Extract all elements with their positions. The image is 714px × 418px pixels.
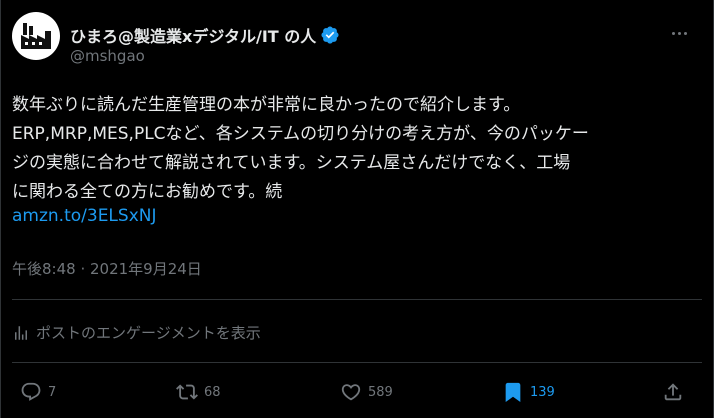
bookmark-count: 139 xyxy=(530,384,555,400)
more-dot xyxy=(677,31,681,35)
tweet-text: 数年ぶりに読んだ生産管理の本が非常に良かったので紹介します。 ERP,MRP,M… xyxy=(12,91,702,207)
more-dot xyxy=(683,31,687,35)
like-button[interactable]: 589 xyxy=(340,376,393,408)
verified-badge-icon[interactable] xyxy=(320,25,340,45)
more-horizontal-icon xyxy=(671,31,675,35)
tweet-text-line: ジの実態に合わせて解説されています。システム屋さんだけでなく、工場 xyxy=(12,153,571,173)
view-engagements-label: ポストのエンゲージメントを表示 xyxy=(36,324,261,342)
action-bar: 7 68 589 139 xyxy=(0,376,714,408)
reply-icon xyxy=(20,381,42,403)
left-border xyxy=(0,0,1,418)
reply-button[interactable]: 7 xyxy=(20,376,56,408)
avatar[interactable] xyxy=(12,12,60,60)
tweet-link[interactable]: amzn.to/3ELSxNJ xyxy=(12,206,156,226)
tweet-detail: ひまろ@製造業xデジタル/IT の人 @mshgao 数年ぶりに読んだ生産管理の… xyxy=(0,0,714,418)
author-handle[interactable]: @mshgao xyxy=(70,47,145,65)
author-name[interactable]: ひまろ@製造業xデジタル/IT の人 xyxy=(70,23,340,47)
repost-count: 68 xyxy=(204,384,221,400)
share-icon xyxy=(662,381,684,403)
factory-icon xyxy=(21,23,51,49)
repost-icon xyxy=(176,381,198,403)
heart-icon xyxy=(340,381,362,403)
view-engagements-link[interactable]: ポストのエンゲージメントを表示 xyxy=(12,322,261,343)
tweet-text-line: 数年ぶりに読んだ生産管理の本が非常に良かったので紹介します。 xyxy=(12,95,521,115)
like-count: 589 xyxy=(368,384,393,400)
analytics-icon xyxy=(12,324,30,342)
repost-button[interactable]: 68 xyxy=(176,376,221,408)
divider xyxy=(12,362,702,363)
tweet-text-line: ERP,MRP,MES,PLCなど、各システムの切り分けの考え方が、今のパッケー xyxy=(12,124,589,144)
reply-count: 7 xyxy=(48,384,57,400)
tweet-text-line: に関わる全ての方にお勧めです。続 xyxy=(12,182,283,202)
divider xyxy=(12,299,702,300)
author-display-name[interactable]: ひまろ@製造業xデジタル/IT の人 xyxy=(70,23,316,47)
bookmark-button[interactable]: 139 xyxy=(502,376,555,408)
more-options-button[interactable] xyxy=(664,22,694,44)
bookmark-filled-icon xyxy=(502,381,524,403)
share-button[interactable] xyxy=(662,376,690,408)
tweet-timestamp[interactable]: 午後8:48 · 2021年9月24日 xyxy=(12,258,202,279)
